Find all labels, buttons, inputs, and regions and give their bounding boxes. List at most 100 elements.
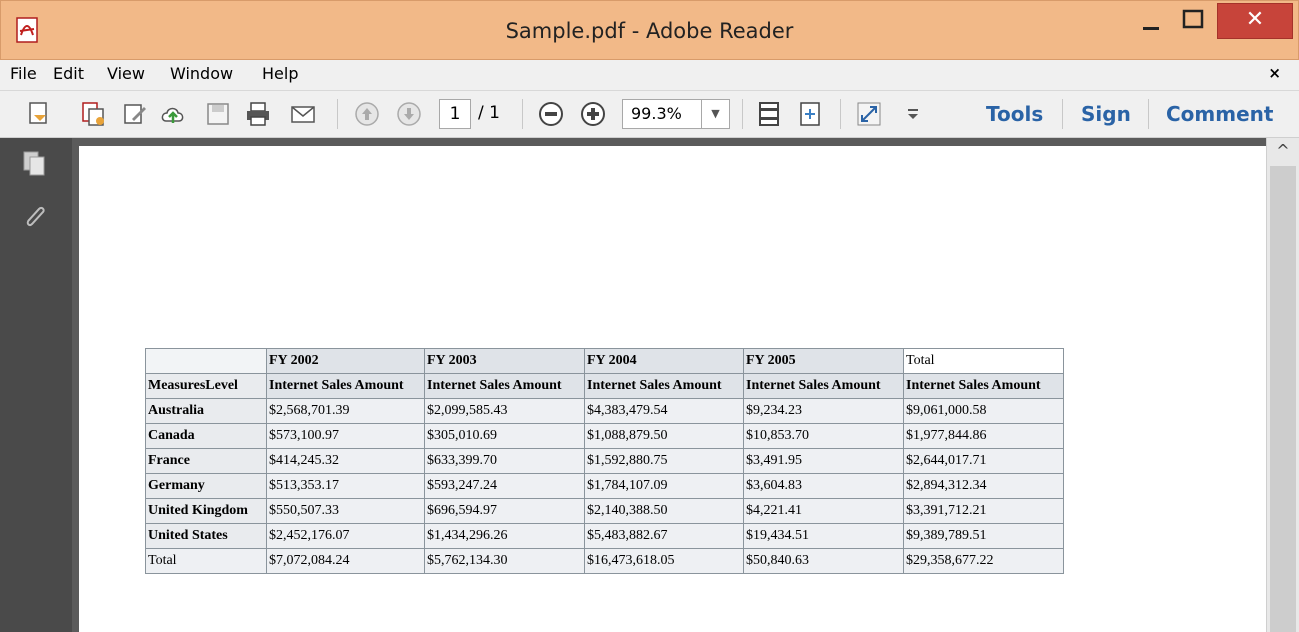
table-cell: $9,234.23	[743, 398, 904, 424]
more-tools-icon[interactable]	[900, 101, 926, 127]
table-cell: $696,594.97	[424, 498, 585, 524]
table-cell: $1,592,880.75	[584, 448, 744, 474]
table-cell: $10,853.70	[743, 423, 904, 449]
table-cell: $7,072,084.24	[266, 548, 425, 574]
fullscreen-icon[interactable]	[856, 101, 882, 127]
table-cell: $9,389,789.51	[903, 523, 1064, 549]
table-header-cell: FY 2002	[266, 348, 425, 374]
close-document-icon[interactable]: ×	[1268, 64, 1281, 82]
zoom-out-icon[interactable]	[538, 101, 564, 127]
menu-bar: File Edit View Window Help ×	[0, 60, 1299, 90]
table-row-header: United States	[145, 523, 267, 549]
vertical-scrollbar[interactable]: ^	[1266, 138, 1299, 632]
toolbar-separator	[840, 99, 841, 129]
table-cell: $4,383,479.54	[584, 398, 744, 424]
window-title: Sample.pdf - Adobe Reader	[505, 19, 794, 43]
table-header-cell: FY 2004	[584, 348, 744, 374]
table-cell: $29,358,677.22	[903, 548, 1064, 574]
attachments-icon[interactable]	[20, 202, 50, 232]
menu-help[interactable]: Help	[262, 64, 298, 83]
previous-page-icon[interactable]	[354, 101, 380, 127]
table-cell: $3,491.95	[743, 448, 904, 474]
table-cell: $3,604.83	[743, 473, 904, 499]
scroll-up-button[interactable]: ^	[1267, 138, 1299, 164]
fit-page-icon[interactable]	[756, 101, 782, 127]
close-button[interactable]: ✕	[1217, 3, 1293, 39]
cloud-upload-icon[interactable]	[160, 101, 186, 127]
table-header-cell: Internet Sales Amount	[743, 373, 904, 399]
zoom-input[interactable]: 99.3%	[622, 99, 702, 129]
next-page-icon[interactable]	[396, 101, 422, 127]
table-row: United Kingdom $550,507.33 $696,594.97 $…	[145, 498, 1064, 524]
edit-icon[interactable]	[122, 101, 148, 127]
table-row: United States $2,452,176.07 $1,434,296.2…	[145, 523, 1064, 549]
print-icon[interactable]	[245, 101, 271, 127]
table-header-cell: Internet Sales Amount	[584, 373, 744, 399]
menu-window[interactable]: Window	[170, 64, 233, 83]
table-row-header: Canada	[145, 423, 267, 449]
table-row-header: France	[145, 448, 267, 474]
table-cell: $1,784,107.09	[584, 473, 744, 499]
zoom-dropdown-button[interactable]: ▼	[702, 99, 730, 129]
tools-tab[interactable]: Tools	[986, 102, 1043, 126]
chevron-down-icon: ▼	[711, 107, 720, 120]
table-cell: $573,100.97	[266, 423, 425, 449]
scrollbar-thumb[interactable]	[1270, 166, 1296, 632]
combine-files-icon[interactable]	[80, 101, 106, 127]
table-header-cell: Internet Sales Amount	[903, 373, 1064, 399]
table-cell: $1,088,879.50	[584, 423, 744, 449]
table-cell: $4,221.41	[743, 498, 904, 524]
table-corner-cell	[145, 348, 267, 374]
chevron-up-icon: ^	[1276, 141, 1290, 160]
table-cell: $16,473,618.05	[584, 548, 744, 574]
table-header-cell: MeasuresLevel	[145, 373, 267, 399]
table-row-header: Total	[145, 548, 267, 574]
table-cell: $2,099,585.43	[424, 398, 585, 424]
toolbar-separator	[337, 99, 338, 129]
page-thumbnails-icon[interactable]	[20, 148, 50, 178]
table-cell: $2,452,176.07	[266, 523, 425, 549]
pdf-page: FY 2002 FY 2003 FY 2004 FY 2005 Total Me…	[79, 146, 1266, 632]
minimize-button[interactable]	[1131, 3, 1171, 39]
maximize-icon	[1182, 9, 1204, 29]
menu-file[interactable]: File	[10, 64, 37, 83]
menu-view[interactable]: View	[107, 64, 145, 83]
comment-tab[interactable]: Comment	[1166, 102, 1273, 126]
table-cell: $2,644,017.71	[903, 448, 1064, 474]
maximize-button[interactable]	[1173, 3, 1213, 39]
table-cell: $50,840.63	[743, 548, 904, 574]
table-cell: $1,977,844.86	[903, 423, 1064, 449]
table-cell: $9,061,000.58	[903, 398, 1064, 424]
table-row-header: Australia	[145, 398, 267, 424]
table-cell: $19,434.51	[743, 523, 904, 549]
toolbar-separator	[742, 99, 743, 129]
table-cell: $3,391,712.21	[903, 498, 1064, 524]
email-icon[interactable]	[290, 101, 316, 127]
fit-width-icon[interactable]	[797, 101, 823, 127]
table-header-cell: Internet Sales Amount	[424, 373, 585, 399]
table-cell: $513,353.17	[266, 473, 425, 499]
table-header-row: MeasuresLevel Internet Sales Amount Inte…	[145, 373, 1064, 399]
table-row: Canada $573,100.97 $305,010.69 $1,088,87…	[145, 423, 1064, 449]
toolbar-separator	[1062, 99, 1063, 129]
table-cell: $2,140,388.50	[584, 498, 744, 524]
zoom-in-icon[interactable]	[580, 101, 606, 127]
page-number-input[interactable]: 1	[439, 99, 471, 129]
table-cell: $414,245.32	[266, 448, 425, 474]
create-pdf-icon[interactable]	[26, 101, 52, 127]
table-row: Australia $2,568,701.39 $2,099,585.43 $4…	[145, 398, 1064, 424]
table-cell: $633,399.70	[424, 448, 585, 474]
menu-edit[interactable]: Edit	[53, 64, 84, 83]
toolbar-separator	[522, 99, 523, 129]
save-icon[interactable]	[205, 101, 231, 127]
title-bar: Sample.pdf - Adobe Reader ✕	[0, 0, 1299, 60]
sign-tab[interactable]: Sign	[1081, 102, 1131, 126]
document-view: FY 2002 FY 2003 FY 2004 FY 2005 Total Me…	[72, 138, 1266, 632]
table-cell: $593,247.24	[424, 473, 585, 499]
table-header-cell: Internet Sales Amount	[266, 373, 425, 399]
table-row-header: United Kingdom	[145, 498, 267, 524]
toolbar-separator	[1148, 99, 1149, 129]
sales-table: FY 2002 FY 2003 FY 2004 FY 2005 Total Me…	[145, 348, 1064, 574]
table-cell: $550,507.33	[266, 498, 425, 524]
table-cell: $5,483,882.67	[584, 523, 744, 549]
